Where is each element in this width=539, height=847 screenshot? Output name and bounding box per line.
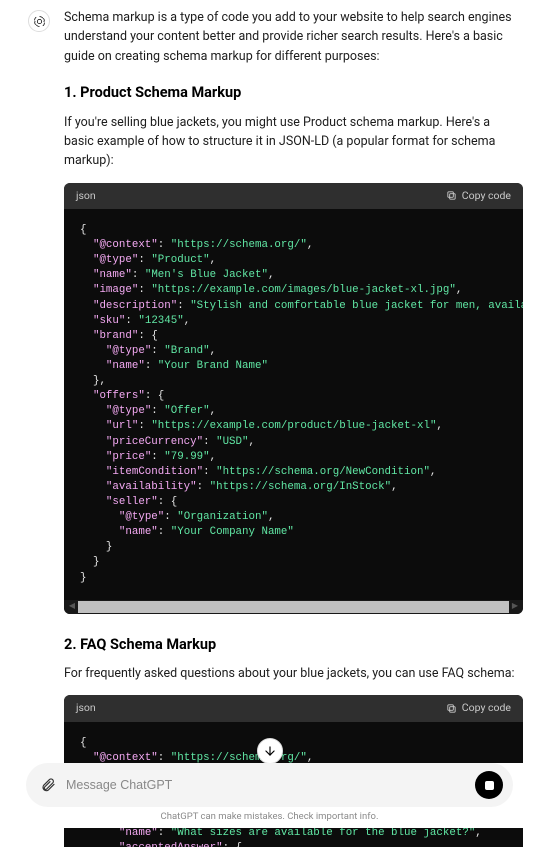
section2-sub: For frequently asked questions about you…: [64, 664, 523, 683]
scroll-left-arrow[interactable]: ◀: [66, 601, 78, 613]
code-lang-label: json: [76, 700, 96, 716]
message-input[interactable]: [66, 778, 465, 792]
horizontal-scrollbar[interactable]: ◀ ▶: [64, 600, 523, 614]
stop-generating-button[interactable]: [475, 771, 503, 799]
section2-heading: 2. FAQ Schema Markup: [64, 634, 523, 656]
disclaimer-text: ChatGPT can make mistakes. Check importa…: [26, 811, 513, 822]
code-lang-label: json: [76, 188, 96, 204]
stop-icon: [485, 781, 494, 790]
scroll-right-arrow[interactable]: ▶: [509, 601, 521, 613]
message-composer: [26, 763, 513, 807]
copy-code-button[interactable]: Copy code: [446, 188, 511, 204]
attach-icon[interactable]: [40, 777, 56, 793]
intro-text: Schema markup is a type of code you add …: [64, 8, 523, 66]
code-block-1: json Copy code { "@context": "https://sc…: [64, 183, 523, 614]
code-content-1[interactable]: { "@context": "https://schema.org/", "@t…: [64, 209, 523, 600]
copy-code-label: Copy code: [462, 188, 511, 204]
scroll-to-bottom-button[interactable]: [257, 738, 283, 764]
copy-code-button[interactable]: Copy code: [446, 700, 511, 716]
copy-code-label: Copy code: [462, 700, 511, 716]
scrollbar-track[interactable]: [78, 601, 509, 613]
section1-heading: 1. Product Schema Markup: [64, 82, 523, 104]
assistant-avatar: [28, 10, 50, 32]
section1-sub: If you're selling blue jackets, you migh…: [64, 113, 523, 171]
